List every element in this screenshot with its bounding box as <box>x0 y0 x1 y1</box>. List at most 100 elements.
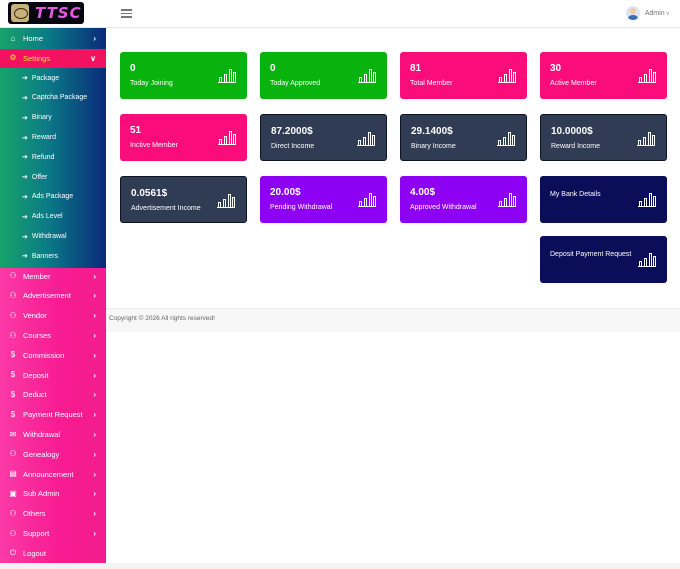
stat-card-my-bank-details[interactable]: My Bank Details <box>540 176 667 223</box>
sidebar-item-deposit[interactable]: $ Deposit › <box>0 366 106 385</box>
users-icon: ⚇ <box>9 310 17 320</box>
chevron-right-icon: › <box>93 390 96 400</box>
sidebar-item-label: Withdrawal <box>23 430 61 439</box>
arrow-right-icon: ➔ <box>22 174 28 182</box>
sidebar-item-genealogy[interactable]: ⚇ Genealogy › <box>0 445 106 464</box>
brand-logo[interactable]: TTSC <box>8 2 84 24</box>
stat-card-deposit-payment-request[interactable]: Deposit Payment Request <box>540 236 667 283</box>
stat-card-today-approved[interactable]: 0 Today Approved <box>260 52 387 99</box>
bar-chart-icon <box>498 68 516 83</box>
stat-card-advertisement-income[interactable]: 0.0561$ Advertisement Income <box>120 176 247 223</box>
sidebar-item-settings[interactable]: ⚙ Settings ∨ <box>0 48 106 68</box>
sidebar-item-others[interactable]: ⚇ Others › <box>0 504 106 523</box>
stat-card-binary-income[interactable]: 29.1400$ Binary Income <box>400 114 527 161</box>
id-card-icon: ▣ <box>9 488 17 498</box>
stat-card-reward-income[interactable]: 10.0000$ Reward Income <box>540 114 667 161</box>
sidebar-item-payment-request[interactable]: $ Payment Request › <box>0 405 106 424</box>
stat-label: Advertisement Income <box>131 205 201 212</box>
money-icon: ▤ <box>9 469 17 479</box>
stat-card-today-joining[interactable]: 0 Today Joining <box>120 52 247 99</box>
stat-value: 4.00$ <box>410 187 436 198</box>
arrow-right-icon: ➔ <box>22 154 28 162</box>
bar-chart-icon <box>497 131 515 146</box>
sidebar-item-courses[interactable]: ⚇ Courses › <box>0 326 106 345</box>
bar-chart-icon <box>638 68 656 83</box>
bar-chart-icon <box>218 68 236 83</box>
sidebar-subitem-banners[interactable]: ➔ Banners <box>0 247 106 266</box>
stat-label: Active Member <box>550 80 597 87</box>
bar-chart-icon <box>217 193 235 208</box>
bar-chart-icon <box>218 130 236 145</box>
sidebar-item-label: Deposit <box>23 370 49 380</box>
sidebar-item-label: Announcement <box>23 469 74 479</box>
chevron-right-icon: › <box>93 34 96 43</box>
sidebar-subitem-captcha-package[interactable]: ➔ Captcha Package <box>0 88 106 107</box>
sidebar-item-label: Commission <box>23 350 65 360</box>
sidebar-item-announcement[interactable]: ▤ Announcement › <box>0 465 106 484</box>
arrow-right-icon: ➔ <box>22 134 28 142</box>
sidebar-item-label: Member <box>23 271 51 281</box>
sidebar-item-home[interactable]: ⌂ Home › <box>0 29 106 48</box>
arrow-right-icon: ➔ <box>22 233 28 241</box>
logo-text: TTSC <box>35 4 82 22</box>
hamburger-menu-icon[interactable] <box>121 9 132 18</box>
sidebar-item-vendor[interactable]: ⚇ Vendor › <box>0 306 106 325</box>
sidebar-item-advertisement[interactable]: ⚇ Advertisement › <box>0 286 106 305</box>
user-menu[interactable]: Admin ∨ <box>625 6 670 20</box>
sidebar-item-label: Support <box>23 529 50 538</box>
users-icon: ⚇ <box>9 330 17 340</box>
stat-value: 0 <box>130 63 136 74</box>
avatar <box>625 6 640 20</box>
chevron-right-icon: › <box>93 311 96 321</box>
sidebar-subitem-refund[interactable]: ➔ Refund <box>0 148 106 167</box>
stat-value: 0 <box>270 63 276 74</box>
stat-card-total-member[interactable]: 81 Total Member <box>400 52 527 99</box>
bar-chart-icon <box>358 192 376 207</box>
stat-label: Pending Withdrawal <box>270 204 333 211</box>
footer: Copyright © 2026 All rights reserved! <box>106 308 680 332</box>
sidebar-subitem-offer[interactable]: ➔ Offer <box>0 168 106 187</box>
sidebar-item-withdrawal[interactable]: ✉ Withdrawal › <box>0 425 106 444</box>
stat-label: My Bank Details <box>550 191 601 198</box>
stat-label: Approved Withdrawal <box>410 204 477 211</box>
sidebar-subitem-ads-package[interactable]: ➔ Ads Package <box>0 187 106 206</box>
stat-value: 20.00$ <box>270 187 301 198</box>
stat-card-direct-income[interactable]: 87.2000$ Direct Income <box>260 114 387 161</box>
sidebar-subitem-label: Refund <box>31 153 55 161</box>
chevron-right-icon: › <box>93 370 96 380</box>
stat-card-approved-withdrawal[interactable]: 4.00$ Approved Withdrawal <box>400 176 527 223</box>
stat-value: 81 <box>410 63 422 74</box>
arrow-right-icon: ➔ <box>22 253 28 261</box>
sidebar-item-deduct[interactable]: $ Deduct › <box>0 385 106 404</box>
sidebar-item-support[interactable]: ⚇ Support › <box>0 524 106 543</box>
stat-label: Reward Income <box>551 143 601 150</box>
chevron-right-icon: › <box>93 410 96 420</box>
sidebar-subitem-withdrawal[interactable]: ➔ Withdrawal <box>0 227 106 246</box>
chevron-right-icon: › <box>93 350 96 360</box>
stat-value: 10.0000$ <box>551 126 593 137</box>
sidebar-subitem-label: Ads Package <box>31 193 74 201</box>
dollar-icon: $ <box>10 350 16 360</box>
sidebar-subitem-label: Reward <box>31 134 56 141</box>
sidebar-item-logout[interactable]: ⏻ Logout <box>0 544 106 563</box>
stat-card-inctive-member[interactable]: 51 Inctive Member <box>120 114 247 161</box>
sidebar-subitem-binary[interactable]: ➔ Binary <box>0 108 106 127</box>
sidebar-item-commission[interactable]: $ Commission › <box>0 346 106 365</box>
sidebar-subitem-ads-level[interactable]: ➔ Ads Level <box>0 207 106 226</box>
sidebar-item-sub-admin[interactable]: ▣ Sub Admin › <box>0 484 106 503</box>
sidebar-subitem-label: Ads Level <box>31 213 63 221</box>
stat-value: 51 <box>130 125 142 136</box>
sidebar-subitem-reward[interactable]: ➔ Reward <box>0 128 106 147</box>
stat-card-pending-withdrawal[interactable]: 20.00$ Pending Withdrawal <box>260 176 387 223</box>
chevron-right-icon: › <box>93 529 96 538</box>
users-icon: ⚇ <box>9 508 17 518</box>
sidebar-item-member[interactable]: ⚇ Member › <box>0 267 106 286</box>
stat-label: Today Approved <box>270 80 321 87</box>
sidebar-subitem-package[interactable]: ➔ Package <box>0 69 106 88</box>
sidebar-item-label: Logout <box>23 548 46 558</box>
chevron-right-icon: › <box>93 271 96 281</box>
envelope-icon: ✉ <box>9 429 17 439</box>
arrow-right-icon: ➔ <box>22 213 28 221</box>
stat-card-active-member[interactable]: 30 Active Member <box>540 52 667 99</box>
sidebar-item-label: Others <box>23 509 46 519</box>
